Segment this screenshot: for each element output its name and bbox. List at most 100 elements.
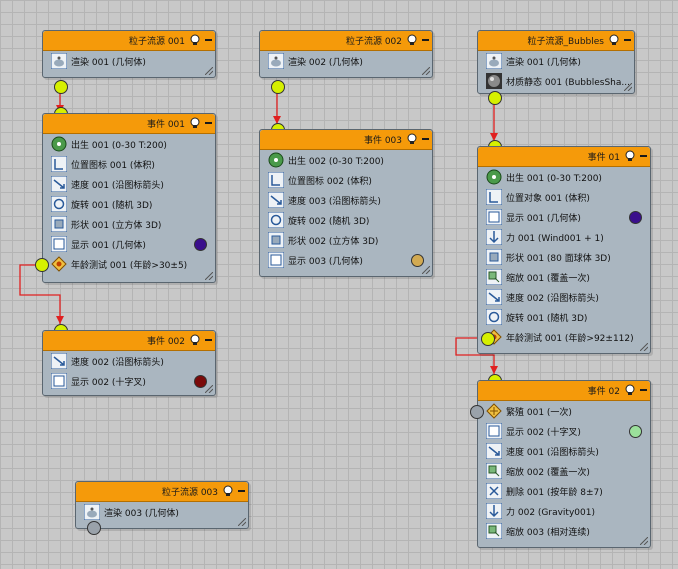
operator-row[interactable]: 材质静态 001 (BubblesSha... bbox=[478, 71, 634, 91]
operator-row[interactable]: 位置对象 001 (体积) bbox=[478, 187, 650, 207]
operator-row[interactable]: 形状 002 (立方体 3D) bbox=[260, 230, 432, 250]
operator-row[interactable]: 旋转 002 (随机 3D) bbox=[260, 210, 432, 230]
node-header[interactable]: 事件 003 bbox=[260, 130, 432, 150]
event-node-002[interactable]: 事件 002 速度 002 (沿图标箭头) 显示 002 (十字叉) bbox=[42, 330, 216, 396]
operator-row[interactable]: 旋转 001 (随机 3D) bbox=[478, 307, 650, 327]
operator-row[interactable]: 删除 001 (按年龄 8±7) bbox=[478, 481, 650, 501]
test-output-port[interactable] bbox=[481, 332, 495, 346]
operator-row[interactable]: 缩放 003 (相对连续) bbox=[478, 521, 650, 541]
operator-row[interactable]: 力 001 (Wind001 + 1) bbox=[478, 227, 650, 247]
output-port[interactable] bbox=[54, 80, 68, 94]
resize-grip[interactable] bbox=[205, 67, 213, 75]
lightbulb-icon[interactable] bbox=[624, 150, 636, 162]
operator-row[interactable]: 渲染 001 (几何体) bbox=[478, 51, 634, 71]
event-node-001[interactable]: 事件 001 出生 001 (0-30 T:200) 位置图标 001 (体积)… bbox=[42, 113, 216, 283]
collapse-icon[interactable] bbox=[422, 138, 429, 140]
node-title: 事件 002 bbox=[146, 337, 185, 347]
operator-row[interactable]: 渲染 001 (几何体) bbox=[43, 51, 215, 71]
lightbulb-icon[interactable] bbox=[406, 133, 418, 145]
collapse-icon[interactable] bbox=[624, 39, 631, 41]
event-node-02[interactable]: 事件 02 繁殖 001 (一次) 显示 002 (十字叉) 速度 001 (沿… bbox=[477, 380, 651, 548]
operator-row[interactable]: 显示 003 (几何体) bbox=[260, 250, 432, 270]
operator-row[interactable]: 显示 001 (几何体) bbox=[43, 234, 215, 254]
operator-row[interactable]: 缩放 002 (覆盖一次) bbox=[478, 461, 650, 481]
collapse-icon[interactable] bbox=[422, 39, 429, 41]
display-color-swatch[interactable] bbox=[629, 211, 642, 224]
resize-grip[interactable] bbox=[422, 266, 430, 274]
collapse-icon[interactable] bbox=[640, 389, 647, 391]
operator-row[interactable]: 旋转 001 (随机 3D) bbox=[43, 194, 215, 214]
operator-row[interactable]: 繁殖 001 (一次) bbox=[478, 401, 650, 421]
resize-grip[interactable] bbox=[205, 272, 213, 280]
resize-grip[interactable] bbox=[624, 83, 632, 91]
lightbulb-icon[interactable] bbox=[189, 34, 201, 46]
operator-row[interactable]: 年龄测试 001 (年龄>92±112) bbox=[478, 327, 650, 347]
operator-row[interactable]: 显示 002 (十字叉) bbox=[478, 421, 650, 441]
resize-grip[interactable] bbox=[238, 518, 246, 526]
output-port[interactable] bbox=[271, 80, 285, 94]
lightbulb-icon[interactable] bbox=[608, 34, 620, 46]
operator-row[interactable]: 显示 002 (十字叉) bbox=[43, 371, 215, 391]
resize-grip[interactable] bbox=[640, 537, 648, 545]
collapse-icon[interactable] bbox=[205, 39, 212, 41]
resize-grip[interactable] bbox=[640, 343, 648, 351]
collapse-icon[interactable] bbox=[640, 155, 647, 157]
lightbulb-icon[interactable] bbox=[222, 485, 234, 497]
operator-row[interactable]: 速度 001 (沿图标箭头) bbox=[478, 441, 650, 461]
operator-row[interactable]: 显示 001 (几何体) bbox=[478, 207, 650, 227]
node-header[interactable]: 粒子流源 003 bbox=[76, 482, 248, 502]
source-node-003[interactable]: 粒子流源 003 渲染 003 (几何体) bbox=[75, 481, 249, 529]
node-header[interactable]: 事件 01 bbox=[478, 147, 650, 167]
lightbulb-icon[interactable] bbox=[189, 334, 201, 346]
operator-label: 速度 003 (沿图标箭头) bbox=[288, 197, 381, 207]
operator-row[interactable]: 速度 002 (沿图标箭头) bbox=[478, 287, 650, 307]
operator-row[interactable]: 出生 001 (0-30 T:200) bbox=[43, 134, 215, 154]
operator-row[interactable]: 缩放 001 (覆盖一次) bbox=[478, 267, 650, 287]
node-header[interactable]: 事件 001 bbox=[43, 114, 215, 134]
output-port[interactable] bbox=[87, 521, 101, 535]
output-port[interactable] bbox=[488, 91, 502, 105]
operator-row[interactable]: 渲染 002 (几何体) bbox=[260, 51, 432, 71]
source-node-bubbles[interactable]: 粒子流源_Bubbles 渲染 001 (几何体) 材质静态 001 (Bubb… bbox=[477, 30, 635, 94]
birth-icon bbox=[268, 152, 284, 168]
resize-grip[interactable] bbox=[205, 385, 213, 393]
node-title: 事件 001 bbox=[146, 120, 185, 130]
event-node-01[interactable]: 事件 01 出生 001 (0-30 T:200) 位置对象 001 (体积) … bbox=[477, 146, 651, 354]
display-icon bbox=[51, 236, 67, 252]
display-color-swatch[interactable] bbox=[194, 238, 207, 251]
operator-row[interactable]: 年龄测试 001 (年龄>30±5) bbox=[43, 254, 215, 274]
collapse-icon[interactable] bbox=[205, 122, 212, 124]
operator-row[interactable]: 形状 001 (80 面球体 3D) bbox=[478, 247, 650, 267]
operator-row[interactable]: 速度 001 (沿图标箭头) bbox=[43, 174, 215, 194]
node-header[interactable]: 粒子流源 002 bbox=[260, 31, 432, 51]
event-node-003[interactable]: 事件 003 出生 002 (0-30 T:200) 位置图标 002 (体积)… bbox=[259, 129, 433, 277]
collapse-icon[interactable] bbox=[205, 339, 212, 341]
operator-label: 位置对象 001 (体积) bbox=[506, 194, 590, 204]
source-node-002[interactable]: 粒子流源 002 渲染 002 (几何体) bbox=[259, 30, 433, 78]
source-node-001[interactable]: 粒子流源 001 渲染 001 (几何体) bbox=[42, 30, 216, 78]
lightbulb-icon[interactable] bbox=[406, 34, 418, 46]
collapse-icon[interactable] bbox=[238, 490, 245, 492]
spawn-output-port[interactable] bbox=[470, 405, 484, 419]
node-header[interactable]: 事件 002 bbox=[43, 331, 215, 351]
node-header[interactable]: 粒子流源 001 bbox=[43, 31, 215, 51]
display-color-swatch[interactable] bbox=[629, 425, 642, 438]
node-header[interactable]: 事件 02 bbox=[478, 381, 650, 401]
operator-label: 繁殖 001 (一次) bbox=[506, 408, 572, 418]
force-icon bbox=[486, 503, 502, 519]
operator-row[interactable]: 速度 002 (沿图标箭头) bbox=[43, 351, 215, 371]
operator-row[interactable]: 力 002 (Gravity001) bbox=[478, 501, 650, 521]
operator-row[interactable]: 出生 002 (0-30 T:200) bbox=[260, 150, 432, 170]
operator-row[interactable]: 形状 001 (立方体 3D) bbox=[43, 214, 215, 234]
operator-row[interactable]: 位置图标 002 (体积) bbox=[260, 170, 432, 190]
operator-row[interactable]: 出生 001 (0-30 T:200) bbox=[478, 167, 650, 187]
node-header[interactable]: 粒子流源_Bubbles bbox=[478, 31, 634, 51]
test-output-port[interactable] bbox=[35, 258, 49, 272]
resize-grip[interactable] bbox=[422, 67, 430, 75]
lightbulb-icon[interactable] bbox=[624, 384, 636, 396]
operator-row[interactable]: 速度 003 (沿图标箭头) bbox=[260, 190, 432, 210]
operator-label: 出生 001 (0-30 T:200) bbox=[506, 174, 602, 184]
lightbulb-icon[interactable] bbox=[189, 117, 201, 129]
operator-row[interactable]: 位置图标 001 (体积) bbox=[43, 154, 215, 174]
operator-row[interactable]: 渲染 003 (几何体) bbox=[76, 502, 248, 522]
